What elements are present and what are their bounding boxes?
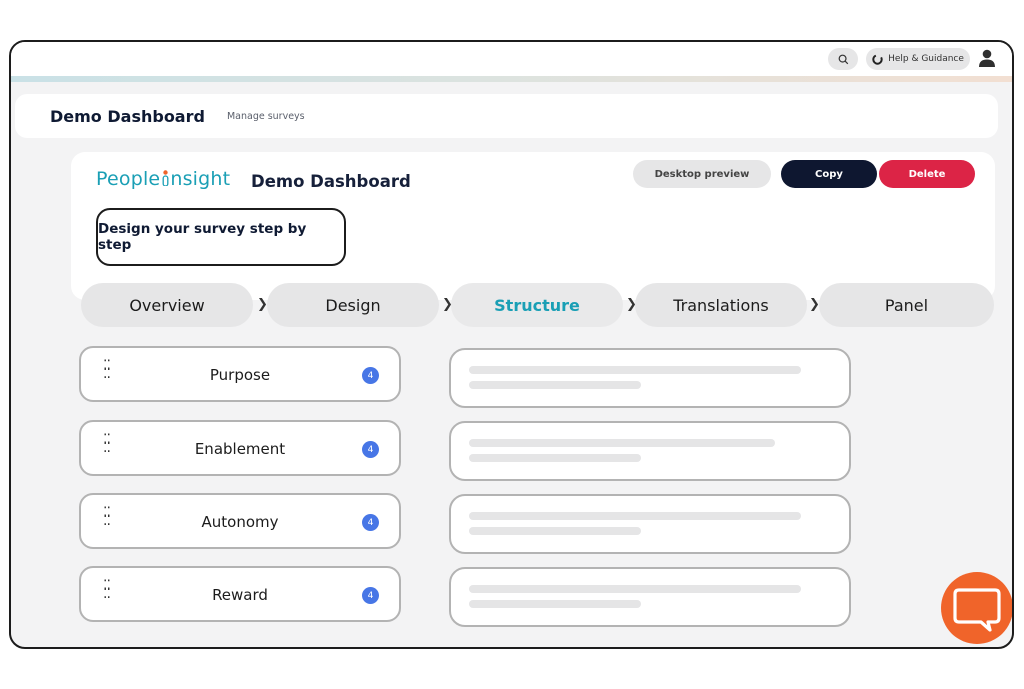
search-button[interactable] (828, 48, 858, 70)
detail-placeholder-card (449, 567, 851, 627)
people-insight-logo: People nsight (96, 168, 230, 190)
delete-button[interactable]: Delete (879, 160, 975, 188)
tab-translations[interactable]: Translations (635, 283, 807, 327)
app-window: Help & Guidance Demo Dashboard Manage su… (9, 40, 1014, 649)
tab-design[interactable]: Design (267, 283, 439, 327)
detail-placeholder-card (449, 494, 851, 554)
copy-button[interactable]: Copy (781, 160, 877, 188)
accent-gradient-bar (11, 76, 1012, 82)
tab-structure[interactable]: Structure (451, 283, 623, 327)
search-icon (838, 54, 848, 64)
detail-placeholder-card (449, 348, 851, 408)
page-subtitle: Manage surveys (226, 110, 305, 122)
structure-item-autonomy[interactable]: ⁚⁚ ⁚⁚ Autonomy 4 (79, 493, 401, 549)
chat-button[interactable] (941, 572, 1012, 644)
placeholder-line (469, 439, 775, 447)
item-label: Reward (212, 586, 268, 604)
help-icon (872, 53, 883, 65)
item-count-badge: 4 (362, 514, 379, 531)
detail-placeholder-card (449, 421, 851, 481)
top-bar: Help & Guidance (11, 42, 1012, 76)
chat-bubble-icon (953, 588, 1001, 632)
logo-suffix: nsight (170, 168, 231, 190)
logo-i-mark (162, 170, 169, 187)
item-count-badge: 4 (362, 441, 379, 458)
user-icon (979, 49, 995, 67)
placeholder-line (469, 454, 641, 462)
placeholder-line (469, 512, 801, 520)
placeholder-line (469, 381, 641, 389)
item-count-badge: 4 (362, 367, 379, 384)
structure-item-reward[interactable]: ⁚⁚ ⁚⁚ Reward 4 (79, 566, 401, 622)
placeholder-line (469, 600, 641, 608)
placeholder-line (469, 366, 801, 374)
survey-card: People nsight Demo Dashboard Desktop pre… (71, 152, 995, 300)
page-title: Demo Dashboard (50, 106, 205, 126)
step-by-step-callout: Design your survey step by step (96, 208, 346, 266)
structure-item-enablement[interactable]: ⁚⁚ ⁚⁚ Enablement 4 (79, 420, 401, 476)
help-label: Help & Guidance (888, 54, 964, 64)
step-tabs: Overview ❯ Design ❯ Structure ❯ Translat… (81, 283, 994, 329)
survey-title: Demo Dashboard (251, 172, 411, 191)
placeholder-line (469, 585, 801, 593)
item-label: Purpose (209, 366, 271, 384)
item-label: Enablement (194, 440, 286, 458)
tab-panel[interactable]: Panel (819, 283, 994, 327)
structure-item-purpose[interactable]: ⁚⁚ ⁚⁚ Purpose 4 (79, 346, 401, 402)
tab-overview[interactable]: Overview (81, 283, 253, 327)
page-header: Demo Dashboard Manage surveys (15, 94, 998, 138)
placeholder-line (469, 527, 641, 535)
logo-prefix: People (96, 168, 161, 190)
user-menu[interactable] (977, 48, 997, 70)
desktop-preview-button[interactable]: Desktop preview (633, 160, 771, 188)
help-guidance-button[interactable]: Help & Guidance (866, 48, 970, 70)
item-count-badge: 4 (362, 587, 379, 604)
item-label: Autonomy (201, 513, 279, 531)
